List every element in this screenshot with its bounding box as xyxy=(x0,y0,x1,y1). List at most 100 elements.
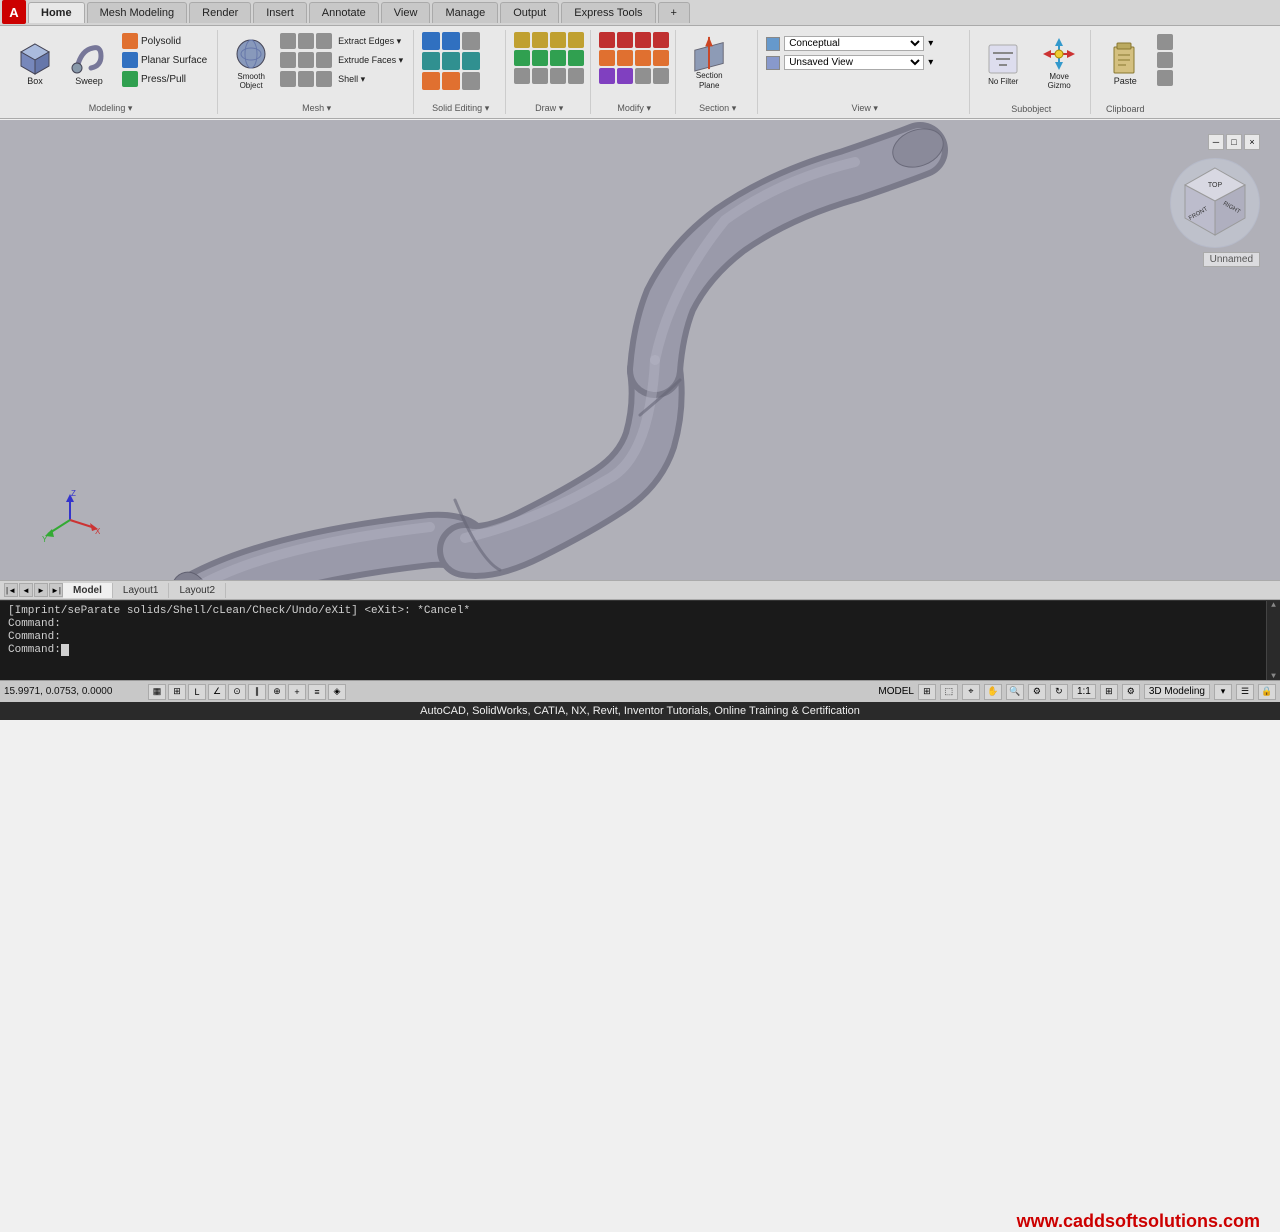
modify-icons-col xyxy=(599,32,669,84)
tab-layout1[interactable]: Layout1 xyxy=(113,583,170,598)
status-icon-ducs[interactable]: ⊕ xyxy=(268,684,286,700)
app-logo[interactable]: A xyxy=(2,0,26,24)
draw-icon-5 xyxy=(514,50,530,66)
model-icon-2[interactable]: ⬚ xyxy=(940,684,958,700)
solid-icon-1 xyxy=(422,32,440,50)
sweep-icon xyxy=(71,40,107,76)
ribbon: Box Sweep Polysolid xyxy=(0,26,1280,119)
solid-editing-group: Solid Editing ▾ xyxy=(416,30,506,114)
orbit-icon[interactable]: ↻ xyxy=(1050,684,1068,700)
tab-view[interactable]: View xyxy=(381,2,431,23)
status-icon-snap[interactable]: ⊞ xyxy=(168,684,186,700)
draw-group-label: Draw ▾ xyxy=(514,101,584,114)
viewport-minimize-button[interactable]: ─ xyxy=(1208,134,1224,150)
solid-icon-3 xyxy=(462,32,480,50)
tab-nav-first[interactable]: |◄ xyxy=(4,583,18,597)
modeling-sub-col: Polysolid Planar Surface Press/Pull xyxy=(118,32,211,88)
shell-button[interactable]: Shell ▾ xyxy=(334,70,369,88)
tab-home[interactable]: Home xyxy=(28,2,85,23)
visual-style-dropdown[interactable]: Conceptual Realistic Shaded Wireframe xyxy=(784,36,924,51)
sweep-button[interactable]: Sweep xyxy=(64,32,114,94)
modify-group-label: Modify ▾ xyxy=(599,101,669,114)
workspace-settings-icon[interactable]: ▾ xyxy=(1214,684,1232,700)
status-icon-lw[interactable]: ≡ xyxy=(308,684,326,700)
viewport-restore-button[interactable]: □ xyxy=(1226,134,1242,150)
box-button[interactable]: Box xyxy=(10,32,60,94)
tab-output[interactable]: Output xyxy=(500,2,559,23)
view-group-top: Conceptual Realistic Shaded Wireframe ▾ … xyxy=(766,32,963,101)
visual-style-arrow[interactable]: ▾ xyxy=(928,38,933,49)
mesh-group-label: Mesh ▾ xyxy=(226,101,407,114)
tab-nav-next[interactable]: ► xyxy=(34,583,48,597)
modify-icon-1 xyxy=(599,32,615,48)
modeling-group-top: Box Sweep Polysolid xyxy=(10,32,211,101)
settings-icon[interactable]: ⚙ xyxy=(1122,684,1140,700)
cmd-scroll-up[interactable]: ▲ xyxy=(1271,601,1276,610)
status-icon-tpm[interactable]: ◈ xyxy=(328,684,346,700)
draw-icon-6 xyxy=(532,50,548,66)
viewport[interactable]: ─ □ × TOP RIGHT FRONT Unnamed xyxy=(0,120,1280,580)
status-icon-grid[interactable]: ▦ xyxy=(148,684,166,700)
saved-view-dropdown[interactable]: Unsaved View xyxy=(784,55,924,70)
no-filter-button[interactable]: No Filter xyxy=(978,32,1028,94)
zoom-icon[interactable]: 🔍 xyxy=(1006,684,1024,700)
extract-edges-button[interactable]: Extract Edges ▾ xyxy=(334,32,405,50)
nav-cube[interactable]: TOP RIGHT FRONT xyxy=(1170,158,1260,248)
workspace-label[interactable]: 3D Modeling xyxy=(1144,684,1210,699)
section-plane-button[interactable]: SectionPlane xyxy=(684,32,734,94)
tab-annotate[interactable]: Annotate xyxy=(309,2,379,23)
scale-icon[interactable]: ⊞ xyxy=(1100,684,1118,700)
view-group-label: View ▾ xyxy=(766,101,963,114)
press-pull-button[interactable]: Press/Pull xyxy=(118,70,211,88)
cmd-prompt: Command: xyxy=(8,644,61,656)
model-icon-1[interactable]: ⊞ xyxy=(918,684,936,700)
solid-icon-6 xyxy=(462,52,480,70)
move-gizmo-label: Move Gizmo xyxy=(1037,72,1081,90)
modeling-group-label: Modeling ▾ xyxy=(10,101,211,114)
move-gizmo-button[interactable]: Move Gizmo xyxy=(1034,32,1084,94)
solid-icon-9 xyxy=(462,72,480,90)
title-bar: AutoCAD, SolidWorks, CATIA, NX, Revit, I… xyxy=(0,702,1280,720)
wheel-icon[interactable]: ⚙ xyxy=(1028,684,1046,700)
saved-view-swatch xyxy=(766,56,780,70)
tab-insert[interactable]: Insert xyxy=(253,2,307,23)
tab-layout2[interactable]: Layout2 xyxy=(169,583,226,598)
tab-render[interactable]: Render xyxy=(189,2,251,23)
status-last-icon[interactable]: ☰ xyxy=(1236,684,1254,700)
tab-mesh-modeling[interactable]: Mesh Modeling xyxy=(87,2,188,23)
tab-nav-last[interactable]: ►| xyxy=(49,583,63,597)
svg-text:X: X xyxy=(95,527,100,536)
planar-surface-button[interactable]: Planar Surface xyxy=(118,51,211,69)
cmd-scrollbar[interactable]: ▲ ▼ xyxy=(1266,601,1280,681)
polysolid-button[interactable]: Polysolid xyxy=(118,32,211,50)
saved-view-row: Unsaved View ▾ xyxy=(766,55,933,70)
status-icon-polar[interactable]: ∠ xyxy=(208,684,226,700)
pan-icon[interactable]: ✋ xyxy=(984,684,1002,700)
tab-bar: Home Mesh Modeling Render Insert Annotat… xyxy=(0,0,1280,26)
extrude-faces-button[interactable]: Extrude Faces ▾ xyxy=(334,51,407,69)
draw-icon-7 xyxy=(550,50,566,66)
saved-view-arrow[interactable]: ▾ xyxy=(928,57,933,68)
status-icon-osnap[interactable]: ⊙ xyxy=(228,684,246,700)
press-pull-icon xyxy=(122,71,138,87)
draw-icon-4 xyxy=(568,32,584,48)
mesh-group-top: SmoothObject Extract Edges ▾ Extrude Fac… xyxy=(226,32,407,101)
status-icon-otrack[interactable]: ∥ xyxy=(248,684,266,700)
status-icon-ortho[interactable]: L xyxy=(188,684,206,700)
tab-manage[interactable]: Manage xyxy=(432,2,498,23)
mesh-icon-5 xyxy=(298,52,314,68)
lock-icon[interactable]: 🔒 xyxy=(1258,684,1276,700)
paste-button[interactable]: Paste xyxy=(1099,32,1151,94)
viewport-name-label[interactable]: Unnamed xyxy=(1203,252,1260,267)
smooth-object-button[interactable]: SmoothObject xyxy=(226,32,276,94)
scale-label[interactable]: 1:1 xyxy=(1072,684,1096,699)
status-icon-dyn[interactable]: + xyxy=(288,684,306,700)
tab-express-tools[interactable]: Express Tools xyxy=(561,2,655,23)
tab-add[interactable]: + xyxy=(658,2,690,23)
tab-model[interactable]: Model xyxy=(63,583,113,598)
viewport-close-button[interactable]: × xyxy=(1244,134,1260,150)
solid-editing-top xyxy=(422,32,499,101)
tab-nav-prev[interactable]: ◄ xyxy=(19,583,33,597)
viewport-icon[interactable]: ⌖ xyxy=(962,684,980,700)
view-group: Conceptual Realistic Shaded Wireframe ▾ … xyxy=(760,30,970,114)
